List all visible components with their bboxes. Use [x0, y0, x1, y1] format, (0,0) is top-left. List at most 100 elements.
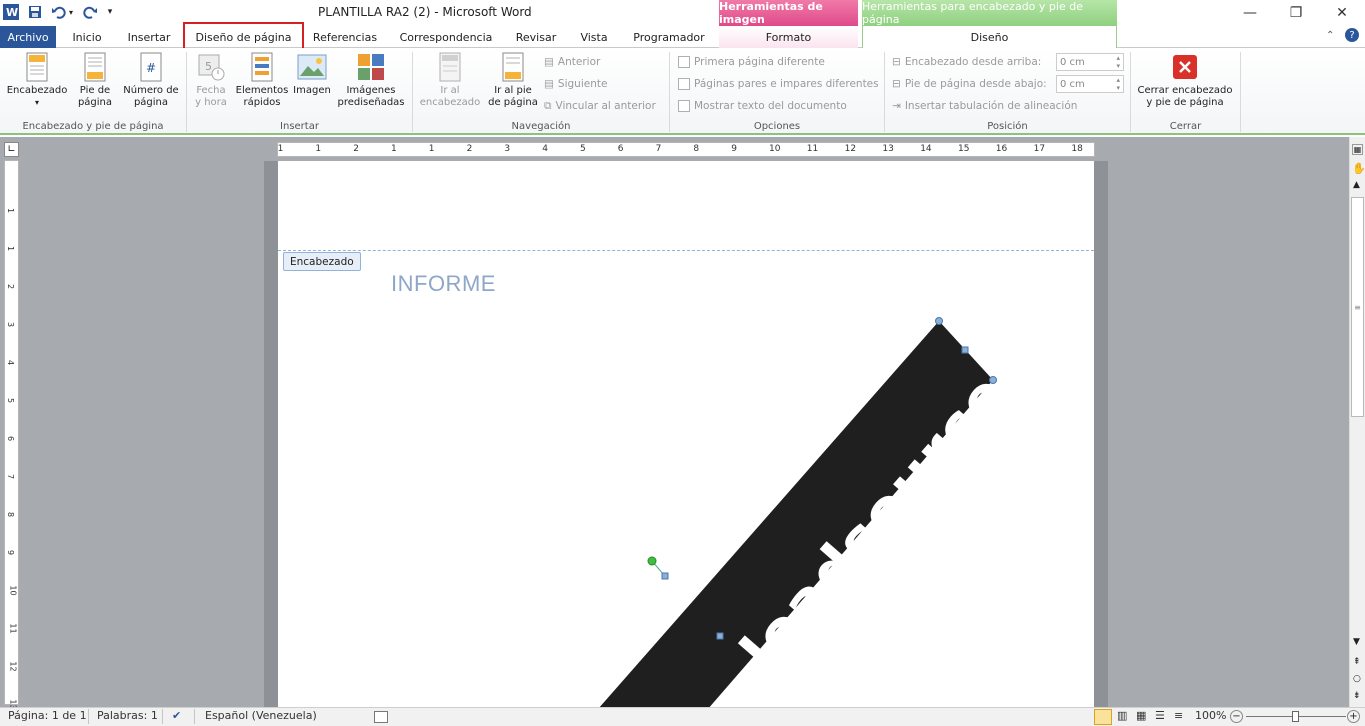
- scroll-down-icon[interactable]: ▼: [1353, 637, 1360, 647]
- macro-record-icon[interactable]: [374, 711, 388, 723]
- show-document-text-option[interactable]: Mostrar texto del documento: [678, 97, 847, 115]
- ruler-tick-label: 1: [315, 144, 322, 154]
- zoom-slider-thumb[interactable]: [1292, 711, 1299, 722]
- header-top-spinner-icon[interactable]: ▴ ▾: [1116, 54, 1120, 70]
- odd-even-checkbox[interactable]: [678, 78, 690, 90]
- save-icon[interactable]: [26, 3, 44, 21]
- next-icon: ▤: [544, 78, 554, 90]
- tab-programador[interactable]: Programador: [624, 26, 714, 48]
- document-heading[interactable]: INFORME: [391, 271, 496, 297]
- page-number-label-1: Número de: [123, 85, 179, 96]
- vertical-ruler[interactable]: 1 1 2 3 4 5 6 7 8 9 10 11 12 13: [4, 160, 19, 710]
- zoom-level[interactable]: 100%: [1195, 709, 1226, 722]
- ruler-tick-label: 3: [504, 144, 511, 154]
- ruler-tick-label: 2: [466, 144, 473, 154]
- footer-bottom-spinner-icon[interactable]: ▴ ▾: [1116, 76, 1120, 92]
- tab-diseno[interactable]: Diseño: [862, 26, 1117, 49]
- tab-archivo[interactable]: Archivo: [0, 26, 56, 48]
- ruler-tick-label: 4: [542, 144, 548, 154]
- zoom-out-icon[interactable]: −: [1230, 710, 1243, 723]
- footer-bottom-label: Pie de página desde abajo:: [904, 78, 1047, 90]
- vertical-scrollbar[interactable]: ▦ ✋ ▲ ≡ ▼ ⇞ ○ ⇟: [1349, 137, 1365, 707]
- language-status[interactable]: Español (Venezuela): [205, 709, 317, 722]
- show-text-checkbox[interactable]: [678, 100, 690, 112]
- first-page-label: Primera página diferente: [694, 56, 825, 68]
- word-logo-icon[interactable]: W: [2, 3, 20, 21]
- page-number-button[interactable]: # Número de página: [120, 52, 182, 118]
- tab-inicio[interactable]: Inicio: [60, 26, 114, 48]
- tab-selector-button[interactable]: ∟: [4, 142, 19, 157]
- tab-insertar[interactable]: Insertar: [118, 26, 180, 48]
- zoom-in-icon[interactable]: +: [1347, 710, 1360, 723]
- group-label-options: Opciones: [753, 121, 801, 132]
- horizontal-ruler[interactable]: 1 1 2 1 1 2 3 4 5 6 7 8 9 10 11 12 13 14 15 16 17 18: [277, 142, 1095, 157]
- context-header-tools-header: Herramientas para encabezado y pie de pá…: [862, 0, 1117, 26]
- svg-text:5: 5: [205, 60, 212, 73]
- date-time-label-2: y hora: [195, 97, 227, 108]
- tab-revisar[interactable]: Revisar: [508, 26, 564, 48]
- tab-formato[interactable]: Formato: [719, 26, 858, 48]
- minimize-ribbon-icon[interactable]: ⌃: [1326, 30, 1334, 41]
- first-page-checkbox[interactable]: [678, 56, 690, 68]
- footer-bottom-input[interactable]: 0 cm ▴ ▾: [1056, 75, 1124, 93]
- close-header-footer-button[interactable]: Cerrar encabezado y pie de página: [1133, 52, 1237, 118]
- page-number-icon: #: [136, 52, 166, 82]
- next-button[interactable]: ▤ Siguiente: [544, 75, 607, 93]
- close-window-button[interactable]: ✕: [1319, 0, 1365, 26]
- customize-qat-icon[interactable]: ▾: [104, 3, 116, 21]
- scroll-thumb[interactable]: ≡: [1351, 197, 1364, 417]
- page-count[interactable]: Página: 1 de 1: [8, 709, 87, 722]
- image-button[interactable]: Imagen: [292, 52, 332, 118]
- image-button-label: Imagen: [293, 85, 331, 96]
- goto-footer-button[interactable]: Ir al pie de página: [485, 52, 541, 118]
- footer-from-bottom-row: ⊟ Pie de página desde abajo:: [892, 75, 1047, 93]
- link-previous-button[interactable]: ⧉ Vincular al anterior: [544, 97, 656, 115]
- previous-page-icon[interactable]: ⇞: [1353, 657, 1361, 667]
- first-page-different-option[interactable]: Primera página diferente: [678, 53, 825, 71]
- ruler-tick-label: 14: [920, 144, 932, 154]
- proofing-check-icon[interactable]: ✔: [172, 709, 181, 722]
- previous-button[interactable]: ▤ Anterior: [544, 53, 600, 71]
- header-button[interactable]: Encabezado ▾: [3, 52, 71, 118]
- header-top-input[interactable]: 0 cm ▴ ▾: [1056, 53, 1124, 71]
- undo-dropdown-icon[interactable]: ▾: [66, 3, 76, 21]
- word-count[interactable]: Palabras: 1: [97, 709, 158, 722]
- minimize-button[interactable]: —: [1227, 0, 1273, 26]
- quick-parts-button[interactable]: Elementos rápidos: [233, 52, 291, 118]
- document-page[interactable]: Encabezado INFORME loadsource: [278, 161, 1094, 707]
- ruler-tick-label: 4: [6, 359, 16, 366]
- browse-object-icon[interactable]: ○: [1353, 674, 1361, 684]
- draft-view-icon[interactable]: ≡: [1174, 709, 1183, 722]
- tab-referencias[interactable]: Referencias: [308, 26, 382, 48]
- ruler-tick-label: 6: [6, 435, 16, 442]
- help-icon[interactable]: ?: [1345, 28, 1359, 42]
- pan-hand-icon[interactable]: ✋: [1352, 162, 1365, 175]
- footer-button[interactable]: Pie de página: [72, 52, 118, 118]
- goto-header-button[interactable]: Ir al encabezado: [417, 52, 483, 118]
- next-page-icon[interactable]: ⇟: [1353, 691, 1361, 701]
- header-button-label: Encabezado: [6, 85, 68, 96]
- status-separator: [194, 709, 195, 724]
- restore-button[interactable]: ❐: [1273, 0, 1319, 26]
- clip-art-button[interactable]: Imágenes prediseñadas: [334, 52, 408, 118]
- print-layout-view-icon[interactable]: [1094, 709, 1112, 725]
- full-screen-reading-icon[interactable]: ▥: [1117, 709, 1127, 722]
- tab-correspondencia[interactable]: Correspondencia: [392, 26, 500, 48]
- ruler-tick-label: 8: [693, 144, 700, 154]
- web-layout-icon[interactable]: ▦: [1136, 709, 1146, 722]
- ruler-toggle-icon[interactable]: ▦: [1352, 144, 1363, 155]
- insert-alignment-tab-button[interactable]: ⇥ Insertar tabulación de alineación: [892, 97, 1077, 115]
- status-separator: [162, 709, 163, 724]
- outline-view-icon[interactable]: ☰: [1155, 709, 1165, 722]
- watermark-image[interactable]: loadsource: [471, 317, 1031, 707]
- ruler-tick-label: 5: [6, 397, 16, 404]
- redo-icon[interactable]: [81, 3, 99, 21]
- footer-bottom-icon: ⊟: [892, 78, 901, 90]
- scroll-up-icon[interactable]: ▲: [1353, 180, 1360, 190]
- header-dropdown-icon: ▾: [34, 98, 39, 107]
- odd-even-different-option[interactable]: Páginas pares e impares diferentes: [678, 75, 879, 93]
- clip-art-icon: [356, 52, 386, 82]
- date-time-button[interactable]: 5 Fecha y hora: [190, 52, 232, 118]
- header-icon: [22, 52, 52, 82]
- tab-vista[interactable]: Vista: [572, 26, 616, 48]
